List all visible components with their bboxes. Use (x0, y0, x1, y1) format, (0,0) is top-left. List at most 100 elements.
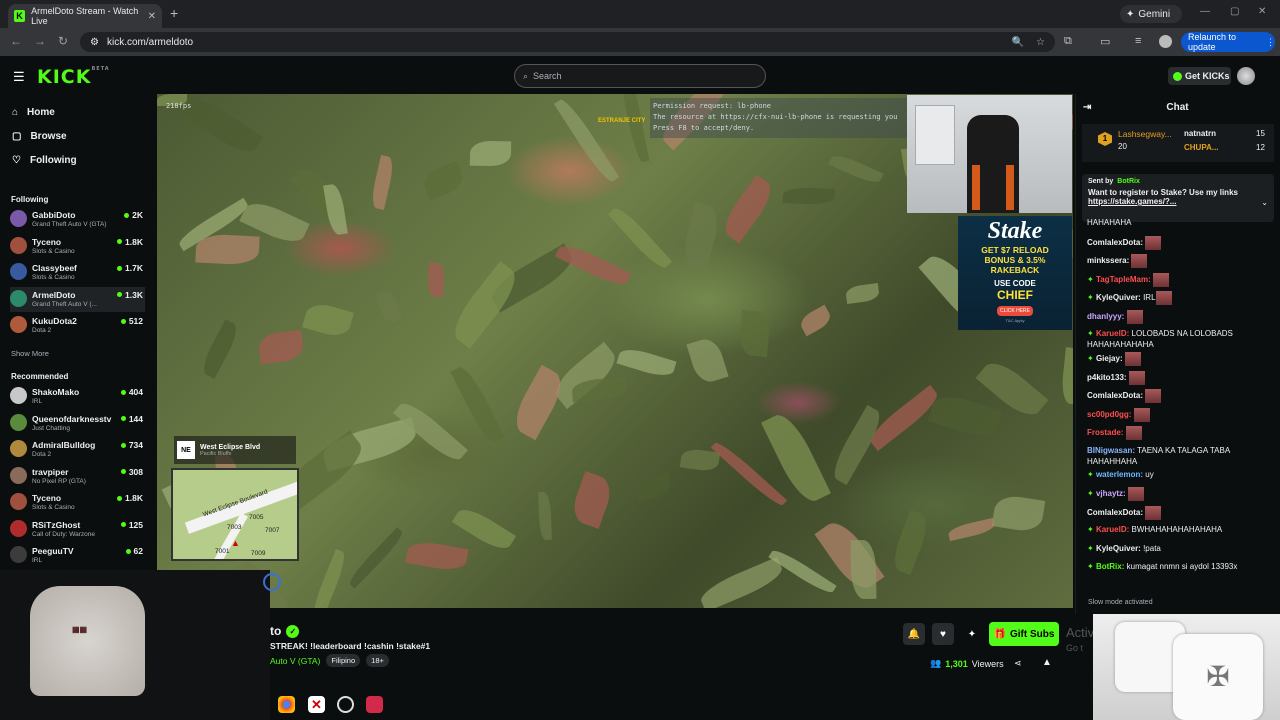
sidebar-channel[interactable]: AdmiralBulldog Dota 2 734 (10, 437, 145, 462)
gift-subs-button[interactable]: 🎁 Gift Subs (989, 622, 1059, 646)
chat-username[interactable]: ComlalexDota: (1087, 508, 1143, 517)
pinned-link[interactable]: https://stake.games/?... (1088, 197, 1268, 206)
leaf-texture (538, 491, 552, 541)
chat-username[interactable]: BINigwasan: (1087, 446, 1135, 455)
chat-username[interactable]: KaruelD: (1096, 525, 1129, 534)
sparkle-badge-icon: ✦ (1087, 293, 1096, 303)
tag-chip[interactable]: Filipino (326, 654, 361, 667)
media-icon[interactable]: ≡ (1135, 35, 1141, 47)
emote-image (1153, 272, 1169, 287)
cast-icon[interactable]: ▭ (1100, 35, 1110, 48)
chat-username[interactable]: KyleQuiver: (1096, 544, 1141, 553)
address-bar[interactable]: ⚙ kick.com/armeldoto 🔍 ☆ (80, 32, 1055, 52)
chat-username[interactable]: waterlemon: (1096, 470, 1143, 479)
notification-bell-icon[interactable]: 🔔 (903, 623, 925, 645)
channel-game: Dota 2 (32, 451, 52, 458)
chat-username[interactable]: vjhaytz: (1096, 489, 1126, 498)
bookmark-star-icon[interactable]: ☆ (1036, 37, 1045, 48)
reload-icon[interactable]: ↻ (58, 34, 68, 48)
chat-username[interactable]: ComlalexDota: (1087, 391, 1143, 400)
share-icon[interactable]: ⋖ (1014, 658, 1022, 669)
sidebar-channel[interactable]: GabbiDoto Grand Theft Auto V (GTA) 2K (10, 207, 145, 232)
live-dot-icon (117, 292, 123, 297)
chat-message: p4kito133: (1087, 370, 1267, 385)
sidebar-channel[interactable]: KukuDota2 Dota 2 512 (10, 313, 145, 338)
profile-avatar[interactable] (1159, 35, 1172, 48)
chat-username[interactable]: p4kito133: (1087, 373, 1127, 382)
live-dot-icon (117, 495, 123, 501)
chat-username[interactable]: minkssera: (1087, 256, 1129, 265)
gemini-button[interactable]: ✦ Gemini (1120, 5, 1182, 23)
nav-following[interactable]: ♡ Following (12, 155, 77, 166)
sidebar-channel[interactable]: ArmelDoto Grand Theft Auto V (... 1.3K (10, 286, 145, 312)
chrome-taskbar-icon[interactable] (278, 696, 295, 713)
leaf-texture (718, 174, 778, 244)
sidebar-channel[interactable]: Tyceno Slots & Casino 1.8K (10, 234, 145, 259)
back-icon[interactable]: ← (10, 34, 22, 48)
chat-message: ComlalexDota: (1087, 505, 1267, 520)
relaunch-button[interactable]: Relaunch to update ⋮ (1181, 32, 1275, 52)
chat-username[interactable]: Frostade: (1087, 428, 1123, 437)
gifter-count: 15 (1256, 129, 1265, 138)
gifter-name[interactable]: CHUPA... (1184, 143, 1219, 152)
chat-username[interactable]: BotRix: (1096, 562, 1124, 571)
collapse-chat-icon[interactable]: ⇥ (1083, 102, 1091, 113)
show-more-link[interactable]: Show More (11, 349, 49, 358)
zoom-icon[interactable]: 🔍 (1012, 37, 1024, 48)
kick-logo[interactable]: KICKBETA (37, 66, 110, 88)
minimize-icon[interactable]: — (1200, 6, 1210, 17)
tshirt-print: ▦▦ (72, 625, 88, 634)
hamburger-icon[interactable]: ☰ (13, 69, 25, 85)
app-taskbar-icon[interactable]: ✕ (308, 696, 325, 713)
nav-browse[interactable]: ▢ Browse (12, 131, 67, 142)
chat-message: sc00pd0gg: (1087, 407, 1267, 422)
gifter-name[interactable]: natnatrn (1184, 129, 1216, 138)
chat-username[interactable]: KyleQuiver: (1096, 293, 1141, 302)
chat-username[interactable]: KaruelD: (1096, 329, 1129, 338)
sidebar-channel[interactable]: travpiper No Pixel RP (GTA) 308 (10, 464, 145, 489)
follow-heart-icon[interactable]: ♥ (932, 623, 954, 645)
site-info-icon[interactable]: ⚙ (90, 37, 99, 48)
stake-fine-print: T&C Apply (1005, 318, 1025, 323)
stake-code: CHIEF (997, 288, 1033, 302)
chat-username[interactable]: Giejay: (1096, 354, 1123, 363)
viewer-count-text: 1.8K (125, 493, 143, 503)
sidebar-channel[interactable]: RSiTzGhost Call of Duty: Warzone 125 (10, 517, 145, 542)
tab-close-icon[interactable]: ✕ (148, 11, 156, 22)
chevron-down-icon[interactable]: ⌄ (1261, 198, 1268, 207)
stake-ad[interactable]: Stake GET $7 RELOAD BONUS & 3.5% RAKEBAC… (958, 216, 1072, 330)
category-link[interactable]: Auto V (GTA) (270, 656, 320, 666)
chat-username[interactable]: sc00pd0gg: (1087, 410, 1131, 419)
close-window-icon[interactable]: ✕ (1258, 6, 1266, 17)
chat-username[interactable]: ComlalexDota: (1087, 238, 1143, 247)
streamer-name[interactable]: to ✓ (270, 624, 300, 638)
maximize-icon[interactable]: ▢ (1230, 6, 1239, 17)
sparkle-badge-icon: ✦ (1087, 489, 1096, 499)
nav-home[interactable]: ⌂ Home (12, 107, 55, 118)
viewer-count-text: 1.8K (125, 236, 143, 247)
forward-icon[interactable]: → (34, 34, 46, 48)
top-gifter-name[interactable]: Lashsegway... (1118, 129, 1172, 139)
sidebar-channel[interactable]: ShakoMako IRL 404 (10, 384, 145, 409)
chat-username[interactable]: TagTapleMam: (1096, 275, 1151, 284)
user-avatar[interactable] (1237, 67, 1255, 85)
new-tab-button[interactable]: + (170, 5, 178, 21)
menu-dots-icon[interactable]: ⋮ (1266, 37, 1275, 48)
sidebar-channel[interactable]: Queenofdarknesstv Just Chatting 144 (10, 411, 145, 436)
tag-chip[interactable]: 18+ (366, 654, 389, 667)
sidebar-channel[interactable]: PeeguuTV IRL 62 (10, 543, 145, 568)
report-icon[interactable]: ▲ (1042, 657, 1052, 668)
extensions-icon[interactable]: ⧉ (1064, 35, 1072, 48)
leaf-texture (309, 548, 349, 608)
app2-taskbar-icon[interactable] (366, 696, 383, 713)
stake-click-button[interactable]: CLICK HERE (997, 306, 1033, 316)
obs-taskbar-icon[interactable] (337, 696, 354, 713)
browser-tab[interactable]: K ArmelDoto Stream - Watch Live ✕ (8, 4, 162, 28)
pinned-message[interactable]: Sent by BotRix Want to register to Stake?… (1082, 174, 1274, 222)
clip-sparkle-icon[interactable]: ✦ (961, 623, 983, 645)
chat-username[interactable]: dhanlyyy: (1087, 312, 1124, 321)
sidebar-channel[interactable]: Classybeef Slots & Casino 1.7K (10, 260, 145, 285)
sidebar-channel[interactable]: Tyceno Slots & Casino 1.8K (10, 490, 145, 515)
search-input[interactable]: ⌕ Search (514, 64, 766, 88)
get-kicks-button[interactable]: Get KICKs (1168, 67, 1231, 85)
